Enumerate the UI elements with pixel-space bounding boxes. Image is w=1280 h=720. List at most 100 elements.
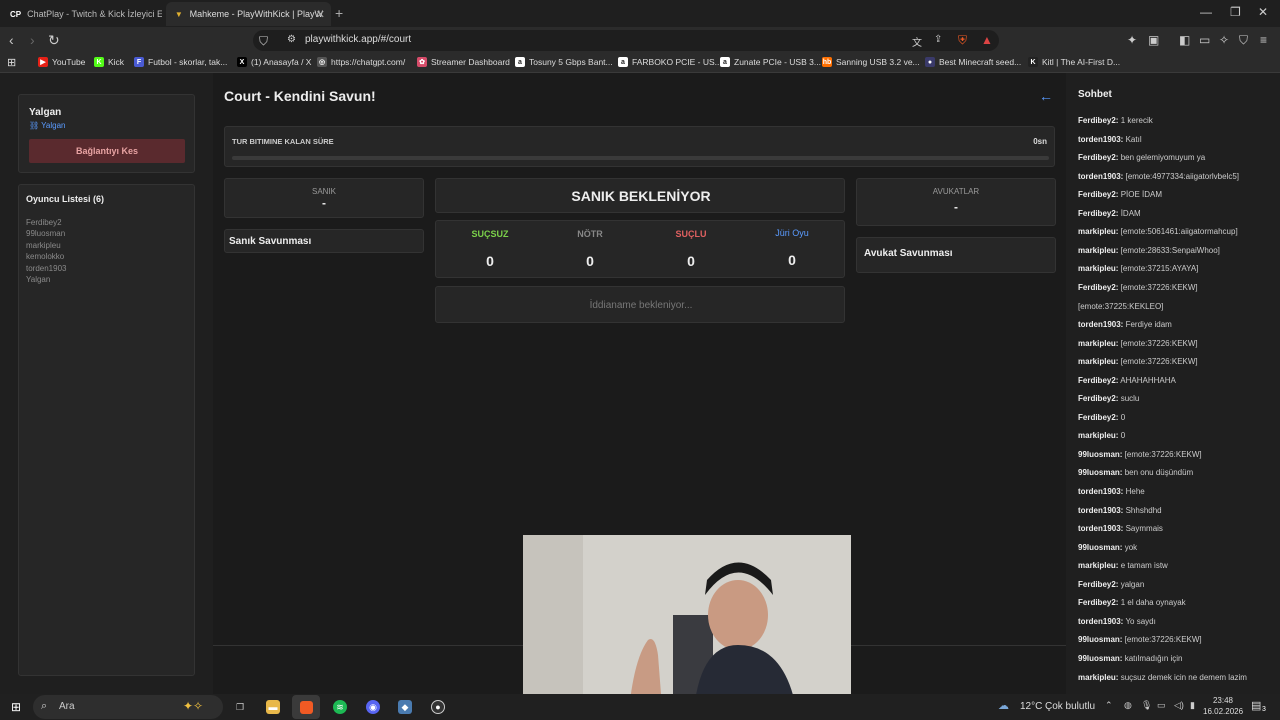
close-window-icon[interactable]: ✕ — [1258, 5, 1268, 19]
user-link[interactable]: ⛓ Yalgan — [29, 121, 65, 130]
speaker-icon[interactable]: ◁) — [1174, 700, 1184, 711]
user-card: Yalgan ⛓ Yalgan Bağlantıyı Kes — [18, 94, 195, 173]
vote-innocent: SUÇSUZ 0 — [440, 229, 540, 269]
minimize-icon[interactable]: — — [1200, 5, 1212, 19]
tab-mahkeme[interactable]: ▼ Mahkeme - PlayWithKick | PlayW ✕ — [166, 2, 331, 26]
chat-username: 99luosman: — [1078, 449, 1123, 459]
weather-text[interactable]: Çok bulutlu — [1045, 701, 1095, 712]
app-icon[interactable]: ◆ — [398, 700, 412, 714]
chat-username: Ferdibey2: — [1078, 394, 1119, 404]
site-info-icon[interactable]: ⚙ — [287, 34, 296, 45]
tray-chevron-icon[interactable]: ⌃ — [1105, 700, 1113, 711]
leo-ai-icon[interactable]: ✧ — [1219, 33, 1229, 47]
chat-message: Ferdibey2: AHAHAHHAHA — [1078, 376, 1176, 385]
sidebar-icon[interactable]: ◧ — [1179, 33, 1190, 47]
share-icon[interactable]: ⇪ — [934, 34, 942, 45]
brave-shield-icon[interactable]: ⛨ — [958, 33, 967, 48]
bookmark-favicon-icon: F — [134, 57, 144, 67]
chat-message: 99luosman: yok — [1078, 543, 1137, 552]
chat-message: torden1903: Hehe — [1078, 487, 1145, 496]
close-tab-icon[interactable]: ✕ — [316, 8, 325, 21]
file-explorer-icon[interactable]: ▬ — [266, 700, 280, 714]
clock-time[interactable]: 23:48 — [1203, 696, 1243, 705]
defendant-label: SANIK — [311, 187, 336, 196]
chat-username: Ferdibey2: — [1078, 116, 1119, 125]
bookmark-label: FARBOKO PCIE - US... — [632, 57, 722, 67]
vote-guilty: SUÇLU 0 — [641, 229, 741, 269]
tab-chatplay[interactable]: CP ChatPlay - Twitch & Kick İzleyici Etk… — [2, 2, 162, 26]
notification-icon[interactable]: ▤ — [1251, 699, 1261, 712]
bookmark-label: Zunate PCIe - USB 3... — [734, 57, 821, 67]
bookmark-item[interactable]: ● Best Minecraft seed... — [925, 57, 1021, 67]
new-tab-icon[interactable]: + — [335, 5, 343, 21]
vote-card: SUÇSUZ 0 NÖTR 0 SUÇLU 0 Jüri Oyu 0 — [435, 220, 845, 278]
translate-icon[interactable]: 文 — [912, 34, 922, 49]
bookmark-item[interactable]: K Kick — [94, 57, 124, 67]
microphone-icon[interactable]: 🎙 — [1141, 700, 1152, 711]
weather-temp[interactable]: 12°C — [1020, 701, 1042, 712]
restore-icon[interactable]: ❐ — [1230, 5, 1241, 19]
chat-text: [emote:28633:SenpaiWhoo] — [1120, 245, 1220, 255]
windows-start-icon[interactable]: ⊞ — [9, 700, 23, 714]
chat-text: yalgan — [1120, 579, 1145, 589]
indictment-box[interactable]: İddianame bekleniyor... — [435, 286, 845, 323]
bookmark-item[interactable]: a FARBOKO PCIE - US... — [618, 57, 722, 67]
chat-message: [emote:37225:KEKLEO] — [1078, 302, 1163, 311]
user-name: Yalgan — [29, 107, 62, 118]
address-bar[interactable]: ⛉ ⚙ playwithkick.app/#/court 文 ⇪ ⛨ ▲ — [253, 30, 999, 51]
bookmark-icon[interactable]: ⛉ — [259, 34, 268, 49]
clock-date[interactable]: 16.02.2026 — [1203, 707, 1243, 716]
taskbar-search[interactable]: ⌕ Ara ✦✧ — [33, 695, 223, 719]
bookmark-item[interactable]: X (1) Anasayfa / X — [237, 57, 311, 67]
discord-icon[interactable]: ◉ — [366, 700, 380, 714]
bookmark-item[interactable]: ▶ YouTube — [38, 57, 85, 67]
bookmark-item[interactable]: a Tosuny 5 Gbps Bant... — [515, 57, 613, 67]
apps-grid-icon[interactable]: ⊞ — [7, 56, 16, 69]
chat-text: [emote:4977334:aiigatorlvbelc5] — [1125, 171, 1240, 181]
reload-icon[interactable]: ↻ — [48, 32, 60, 49]
windows-taskbar: ⊞ ⌕ Ara ✦✧ ❐ ▬ ≋ ◉ ◆ ● ☁ 12°C Çok bulutl… — [0, 694, 1280, 720]
vpn-icon[interactable]: ⛉ — [1239, 33, 1248, 48]
bookmark-item[interactable]: a Zunate PCIe - USB 3... — [720, 57, 821, 67]
bookmark-label: Best Minecraft seed... — [939, 57, 1022, 67]
disconnect-button[interactable]: Bağlantıyı Kes — [29, 139, 185, 163]
url-text[interactable]: playwithkick.app/#/court — [305, 34, 411, 45]
chat-username: 99luosman: — [1078, 468, 1123, 478]
chat-username: markipleu: — [1078, 431, 1119, 441]
chat-username: torden1903: — [1078, 134, 1124, 144]
extensions-icon[interactable]: ✦ — [1127, 33, 1137, 47]
obs-icon[interactable]: ● — [431, 700, 445, 714]
chat-text: İDAM — [1120, 208, 1141, 218]
reading-list-icon[interactable]: ▣ — [1148, 33, 1159, 47]
bookmark-item[interactable]: ✿ Streamer Dashboard — [417, 57, 510, 67]
brave-rewards-icon[interactable]: ▲ — [981, 33, 993, 47]
user-sub: Yalgan — [41, 121, 66, 130]
task-view-icon[interactable]: ❐ — [233, 700, 247, 714]
network-icon[interactable]: ▭ — [1157, 700, 1166, 711]
bookmark-item[interactable]: hb Sanning USB 3.2 ve... — [822, 57, 920, 67]
chat-text: AHAHAHHAHA — [1120, 375, 1176, 385]
lawyer-defense-title: Avukat Savunması — [864, 248, 953, 259]
menu-icon[interactable]: ≡ — [1260, 33, 1267, 47]
chat-username: torden1903: — [1078, 487, 1124, 496]
wallet-icon[interactable]: ▭ — [1199, 33, 1210, 47]
player-item: kemolokko — [26, 252, 65, 262]
chat-username: torden1903: — [1078, 524, 1124, 534]
vote-value: 0 — [486, 253, 494, 269]
chat-username: Ferdibey2: — [1078, 153, 1119, 163]
chat-text: Ferdiye idam — [1125, 320, 1172, 330]
forward-icon[interactable]: › — [30, 32, 35, 48]
spotify-icon[interactable]: ≋ — [333, 700, 347, 714]
bookmark-item[interactable]: ◎ https://chatgpt.com/ — [317, 57, 405, 67]
bookmark-item[interactable]: K Kitl | The AI-First D... — [1028, 57, 1120, 67]
back-arrow-icon[interactable]: ← — [1039, 88, 1053, 104]
tab-label: ChatPlay - Twitch & Kick İzleyici Etkil — [27, 9, 162, 19]
back-icon[interactable]: ‹ — [9, 32, 14, 48]
chat-message: torden1903: Katıl — [1078, 135, 1142, 144]
tray-app-icon[interactable]: ◍ — [1124, 700, 1132, 711]
bookmark-favicon-icon: ✿ — [417, 57, 427, 67]
brave-taskbar-button[interactable] — [292, 695, 320, 719]
chat-panel: Sohbet Ferdibey2: 1 kerecik torden1903: K… — [1066, 73, 1280, 694]
battery-icon[interactable]: ▮ — [1190, 700, 1195, 711]
bookmark-item[interactable]: F Futbol - skorlar, tak... — [134, 57, 227, 67]
